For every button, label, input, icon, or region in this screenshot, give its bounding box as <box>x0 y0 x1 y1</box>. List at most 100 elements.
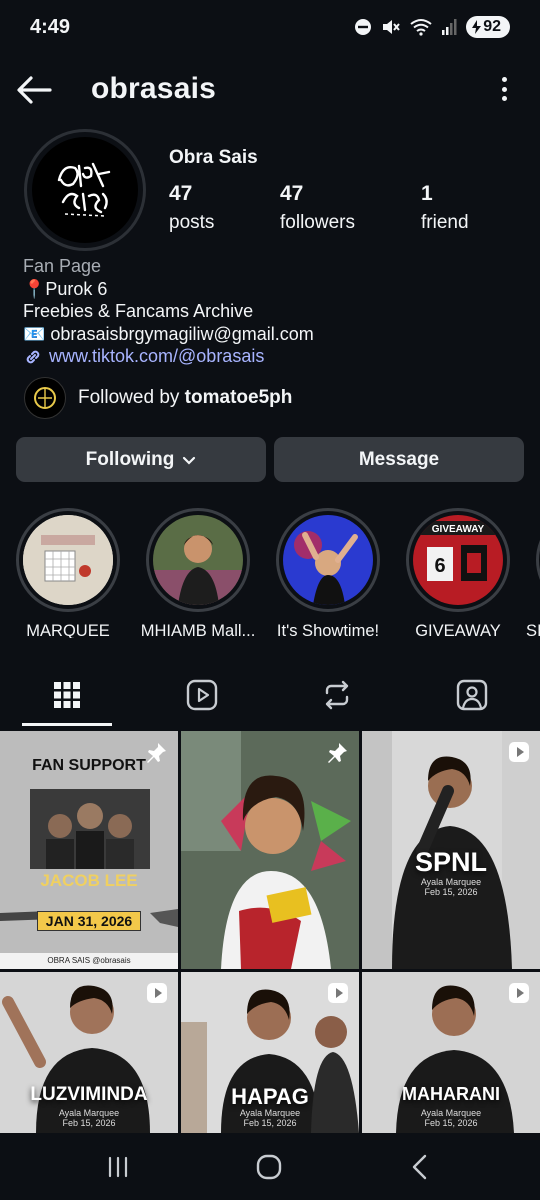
highlight-cover: GIVEAWAY 6 <box>413 515 503 605</box>
grid-post-fan-support[interactable]: FAN SUPPORT JACOB LEE JAN 31, 2026 OBRA … <box>0 731 178 969</box>
poster-header: FAN SUPPORT <box>32 757 146 774</box>
tagged-person-icon <box>456 679 488 711</box>
followed-by-name: tomatoe5ph <box>184 387 293 408</box>
back-nav-button[interactable] <box>398 1151 442 1183</box>
back-arrow-icon <box>17 76 52 104</box>
highlight-giveaway[interactable]: GIVEAWAY 6 GIVEAWAY <box>406 508 510 638</box>
recent-apps-button[interactable] <box>96 1151 140 1183</box>
status-bar: 4:49 92 <box>0 0 540 60</box>
grid-post-photo[interactable] <box>181 731 359 969</box>
highlight-ring <box>536 508 540 612</box>
reel-icon <box>327 982 349 1009</box>
profile-tabs <box>0 663 540 727</box>
poster-date-wrap: JAN 31, 2026 <box>0 911 178 931</box>
grid-reel-spnl[interactable]: SPNL Ayala Marquee Feb 15, 2026 <box>362 731 540 969</box>
status-icons: 92 <box>354 16 510 38</box>
posts-label: posts <box>169 212 215 233</box>
followers-count: 47 <box>280 182 304 205</box>
highlight-mhiamb-mall[interactable]: MHIAMB Mall... <box>141 508 255 638</box>
highlight-partial[interactable]: SI <box>526 508 540 638</box>
more-dot-icon <box>501 96 507 101</box>
highlight-cover <box>283 515 373 605</box>
performer-photo-image <box>153 515 243 605</box>
reel-title: MAHARANI <box>402 1084 500 1104</box>
poster-footer: OBRA SAIS @obrasais <box>47 956 131 965</box>
giveaway-poster-image: GIVEAWAY 6 <box>413 515 503 605</box>
stat-friends[interactable]: 1 friend <box>421 182 469 234</box>
tab-reels[interactable] <box>157 663 247 727</box>
posts-count: 47 <box>169 182 193 205</box>
tab-posts-grid[interactable] <box>22 663 112 727</box>
battery-level: 92 <box>483 18 501 35</box>
profile-avatar[interactable] <box>24 129 146 251</box>
active-tab-indicator <box>22 723 112 726</box>
display-name: Obra Sais <box>169 147 258 168</box>
pinned-icon <box>325 741 349 770</box>
highlight-ring <box>146 508 250 612</box>
grid-reel-luzviminda[interactable]: LUZVIMINDA Ayala Marquee Feb 15, 2026 <box>0 972 178 1133</box>
profile-bio: Fan Page 📍Purok 6 Freebies & Fancams Arc… <box>23 255 523 368</box>
reel-title: HAPAG <box>231 1084 309 1109</box>
back-button[interactable] <box>14 72 54 108</box>
followed-by-text: Followed by tomatoe5ph <box>78 387 292 409</box>
stage-photo-image <box>283 515 373 605</box>
tab-tagged[interactable] <box>427 663 517 727</box>
reel-icon <box>508 982 530 1009</box>
reel-date: Feb 15, 2026 <box>424 887 478 897</box>
highlight-its-showtime[interactable]: It's Showtime! <box>276 508 380 638</box>
home-button[interactable] <box>247 1151 291 1183</box>
highlight-label: MHIAMB Mall... <box>140 622 256 638</box>
follower-logo-icon <box>34 387 56 409</box>
system-navigation-bar <box>0 1133 540 1200</box>
grid-icon <box>54 682 80 708</box>
home-circle-icon <box>256 1154 282 1180</box>
reel-title: LUZVIMINDA <box>30 1084 148 1105</box>
reels-play-icon <box>186 679 218 711</box>
highlight-cover <box>153 515 243 605</box>
reel-title: SPNL <box>414 847 487 877</box>
reel-date: Feb 15, 2026 <box>424 1118 478 1128</box>
friends-label: friend <box>421 212 469 233</box>
highlight-marquee[interactable]: MARQUEE <box>16 508 120 638</box>
signal-icon <box>442 19 457 35</box>
stat-posts[interactable]: 47 posts <box>169 182 214 234</box>
repost-icon <box>325 680 349 710</box>
stat-followers[interactable]: 47 followers <box>280 182 355 234</box>
followed-by-row[interactable]: Followed by tomatoe5ph <box>24 376 292 420</box>
bio-link[interactable]: www.tiktok.com/@obrasais <box>23 345 523 368</box>
status-time: 4:49 <box>30 16 71 38</box>
highlight-label: GIVEAWAY <box>415 622 501 638</box>
grid-reel-hapag[interactable]: HAPAG Ayala Marquee Feb 15, 2026 <box>181 972 359 1133</box>
highlight-label: It's Showtime! <box>276 622 380 638</box>
highlight-label: SI <box>526 622 540 638</box>
more-options-button[interactable] <box>498 74 510 104</box>
bio-category: Fan Page <box>23 256 102 276</box>
bio-email: 📧 obrasaisbrgymagiliw@gmail.com <box>23 323 314 344</box>
avatar-image <box>32 137 138 243</box>
highlight-ring: GIVEAWAY 6 <box>406 508 510 612</box>
highlight-ring <box>276 508 380 612</box>
following-button[interactable]: Following <box>16 437 266 482</box>
grid-reel-maharani[interactable]: MAHARANI Ayala Marquee Feb 15, 2026 <box>362 972 540 1133</box>
more-dot-icon <box>501 86 507 92</box>
bio-link-text[interactable]: www.tiktok.com/@obrasais <box>49 345 264 368</box>
followers-label: followers <box>280 212 355 233</box>
tab-reposts[interactable] <box>292 663 382 727</box>
message-button[interactable]: Message <box>274 437 524 482</box>
profile-header: obrasais <box>0 60 540 120</box>
battery-indicator: 92 <box>466 16 510 38</box>
followed-by-prefix: Followed by <box>78 387 185 408</box>
bio-line: Freebies & Fancams Archive <box>23 301 254 322</box>
follower-avatar <box>24 377 66 419</box>
svg-text:GIVEAWAY: GIVEAWAY <box>432 524 485 535</box>
mute-icon <box>383 20 400 34</box>
posts-grid: FAN SUPPORT JACOB LEE JAN 31, 2026 OBRA … <box>0 731 540 1133</box>
reel-date: Feb 15, 2026 <box>62 1118 116 1128</box>
wifi-icon <box>410 19 432 36</box>
chevron-down-icon <box>183 456 196 465</box>
message-label: Message <box>358 448 440 470</box>
reel-icon <box>508 741 530 768</box>
following-label: Following <box>85 448 175 470</box>
do-not-disturb-icon <box>355 19 372 35</box>
reel-icon <box>146 982 168 1009</box>
